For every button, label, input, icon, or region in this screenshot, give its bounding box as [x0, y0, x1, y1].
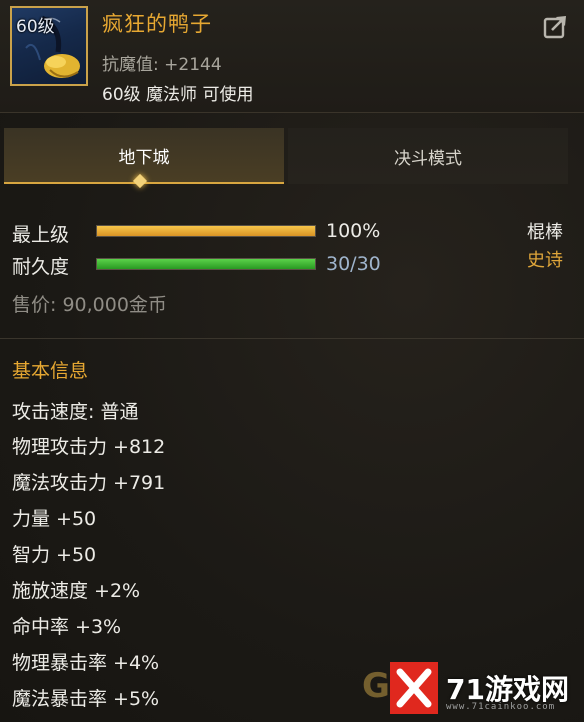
watermark-g-logo-icon: G	[362, 666, 390, 706]
stat-line: 攻击速度: 普通	[12, 401, 139, 423]
durability-bar	[96, 258, 316, 270]
stat-line: 施放速度 +2%	[12, 580, 141, 602]
divider	[0, 338, 584, 339]
stat-line: 魔法暴击率 +5%	[12, 688, 160, 710]
basic-info-title: 基本信息	[12, 360, 89, 382]
durability-value: 30/30	[326, 253, 381, 275]
item-type: 棍棒	[527, 222, 563, 243]
watermark: G 71游戏网 www.71cainkoo.com	[362, 662, 582, 720]
item-level-badge: 60级	[16, 17, 55, 37]
upgrade-bar-fill	[97, 226, 315, 236]
stat-line: 魔法攻击力 +791	[12, 472, 166, 494]
stat-line: 智力 +50	[12, 544, 97, 566]
durability-label: 耐久度	[12, 256, 70, 278]
stat-line: 物理攻击力 +812	[12, 436, 166, 458]
watermark-x-logo-icon	[390, 662, 438, 714]
stat-line: 力量 +50	[12, 508, 97, 530]
magic-resist-value: 抗魔值: +2144	[102, 55, 222, 75]
item-icon-frame: 60级	[10, 6, 88, 86]
item-rarity: 史诗	[527, 250, 563, 271]
item-tooltip: 60级 疯狂的鸭子 抗魔值: +2144 60级 魔法师 可使用 地下城 决斗模…	[0, 0, 584, 722]
watermark-url: www.71cainkoo.com	[446, 702, 556, 712]
item-requirement: 60级 魔法师 可使用	[102, 85, 254, 105]
stat-line: 物理暴击率 +4%	[12, 652, 160, 674]
mode-tabs: 地下城 决斗模式	[0, 128, 584, 184]
tab-pvp[interactable]: 决斗模式	[288, 128, 568, 184]
sell-price: 售价: 90,000金币	[12, 294, 167, 316]
upgrade-label: 最上级	[12, 224, 70, 246]
stat-line: 命中率 +3%	[12, 616, 122, 638]
durability-bar-fill	[97, 259, 315, 269]
tab-dungeon[interactable]: 地下城	[4, 128, 284, 184]
share-icon[interactable]	[542, 12, 570, 40]
upgrade-value: 100%	[326, 220, 381, 242]
item-name: 疯狂的鸭子	[102, 12, 212, 36]
upgrade-bar	[96, 225, 316, 237]
item-header: 60级 疯狂的鸭子 抗魔值: +2144 60级 魔法师 可使用	[0, 0, 584, 113]
